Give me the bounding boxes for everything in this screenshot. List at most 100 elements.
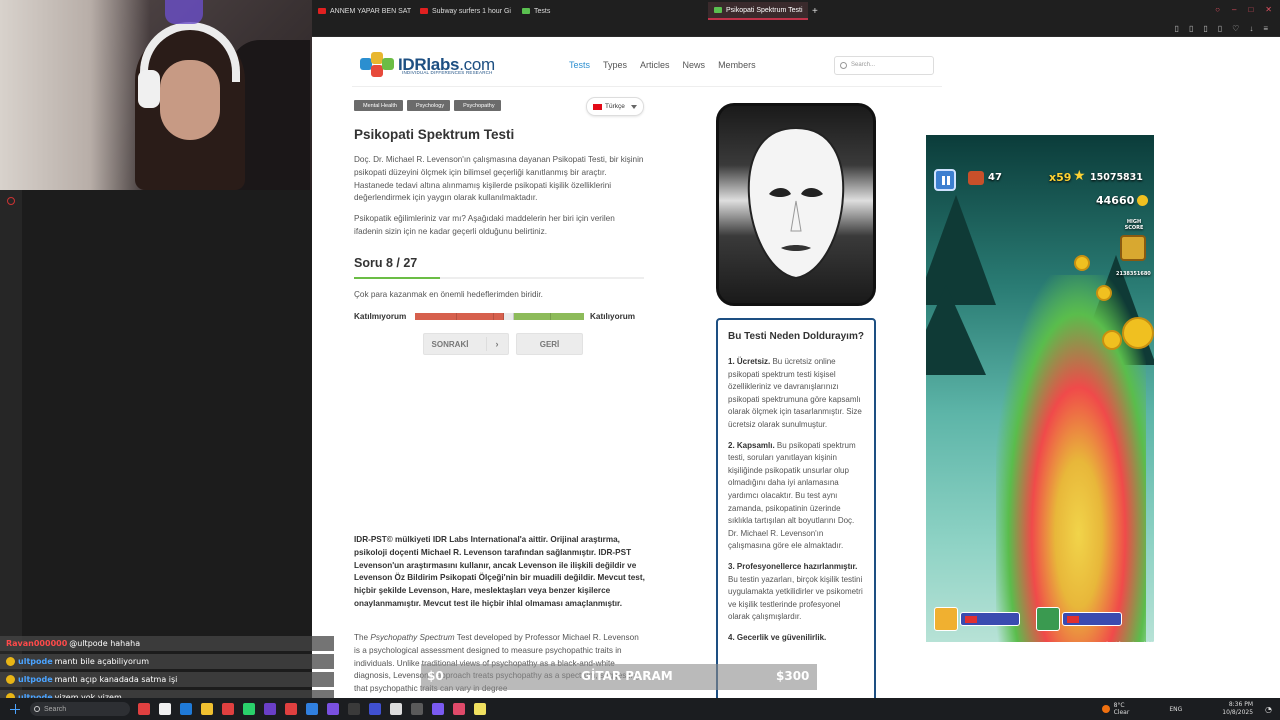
scale-option-5[interactable] xyxy=(514,313,551,320)
taskbar-search[interactable]: Search xyxy=(30,702,130,716)
notification-icon[interactable]: ◔ xyxy=(1265,705,1272,714)
powerup-1 xyxy=(934,606,1020,632)
tab-2[interactable]: Subway surfers 1 hour Gi xyxy=(414,2,514,20)
pin-icon[interactable]: ▯ xyxy=(1189,24,1193,33)
coin-icon xyxy=(1096,285,1112,301)
high-score-value: 2138351680 xyxy=(1116,271,1151,277)
app-icon[interactable] xyxy=(327,703,339,715)
menu-icon[interactable]: ≡ xyxy=(1263,24,1268,33)
search-input[interactable]: Search... xyxy=(834,56,934,75)
new-tab-button[interactable]: + xyxy=(812,6,818,17)
weather-icon xyxy=(1101,705,1110,713)
powerup-2 xyxy=(1036,606,1122,632)
app-icon[interactable] xyxy=(432,703,444,715)
why-item-2: 2. Kapsamlı. Bu psikopati spektrum testi… xyxy=(728,440,856,551)
maximize-icon[interactable]: □ xyxy=(1248,5,1253,14)
coin-icon xyxy=(1074,255,1090,271)
app-icon[interactable] xyxy=(264,703,276,715)
extension-icon[interactable]: ▯ xyxy=(1175,24,1179,33)
app-icon[interactable] xyxy=(138,703,150,715)
breadcrumb: Mental Health Psychology Psychopathy xyxy=(354,100,501,111)
chevron-down-icon xyxy=(630,104,637,109)
nav-members[interactable]: Members xyxy=(718,60,756,70)
app-icon[interactable] xyxy=(285,703,297,715)
app-icon[interactable] xyxy=(369,703,381,715)
close-icon[interactable]: ✕ xyxy=(1265,5,1272,14)
game-score: 15075831 xyxy=(1090,172,1143,183)
bookmark-icon[interactable]: ▯ xyxy=(1203,24,1207,33)
coin-icon xyxy=(1122,317,1154,349)
why-take-test-box: Bu Testi Neden Doldurayım? 1. Ücretsiz. … xyxy=(716,318,876,698)
address-bar: ▯ ▯ ▯ ▯ ♡ ↓ ≡ xyxy=(312,22,1280,37)
language-selector[interactable]: Türkçe xyxy=(586,97,644,116)
scale-option-2[interactable] xyxy=(457,313,494,320)
crumb-psychopathy[interactable]: Psychopathy xyxy=(454,100,501,111)
scale-option-3[interactable] xyxy=(494,313,504,320)
app-icon[interactable] xyxy=(180,703,192,715)
downloads-icon[interactable]: ↓ xyxy=(1249,24,1253,33)
sneakers-icon xyxy=(1036,607,1060,631)
crumb-psychology[interactable]: Psychology xyxy=(406,100,451,111)
scale-label-agree: Katılıyorum xyxy=(590,312,636,321)
app-icon[interactable] xyxy=(201,703,213,715)
windows-start-icon[interactable] xyxy=(10,704,20,714)
pause-icon xyxy=(934,169,956,191)
app-icon[interactable] xyxy=(453,703,465,715)
back-button[interactable]: GERİ xyxy=(516,333,583,355)
nav-types[interactable]: Types xyxy=(603,60,627,70)
youtube-icon xyxy=(318,8,326,14)
favorite-icon[interactable]: ♡ xyxy=(1232,24,1239,33)
app-icon[interactable] xyxy=(243,703,255,715)
tab-1[interactable]: ANNEM YAPAR BEN SAT xyxy=(312,2,412,20)
mask-icon xyxy=(747,126,845,280)
nav-articles[interactable]: Articles xyxy=(640,60,670,70)
star-icon: ★ xyxy=(1073,167,1086,183)
weather-widget[interactable]: 8°C Clear xyxy=(1101,702,1129,716)
score-multiplier: x59 xyxy=(1049,171,1072,184)
screenshot-icon[interactable]: ▯ xyxy=(1218,24,1222,33)
app-icon[interactable] xyxy=(159,703,171,715)
scale-option-6[interactable] xyxy=(551,313,584,320)
mask-illustration xyxy=(716,103,876,306)
webcam-feed xyxy=(0,0,312,190)
search-icon xyxy=(840,62,847,69)
system-tray: 8°C Clear ENG 8:36 PM 10/8/2025 ◔ xyxy=(1101,698,1280,720)
youtube-icon xyxy=(420,8,428,14)
minimize-icon[interactable]: – xyxy=(1232,5,1236,14)
app-icon[interactable] xyxy=(306,703,318,715)
window-controls: ○ – □ ✕ xyxy=(1215,5,1272,14)
app-icon[interactable] xyxy=(474,703,486,715)
donation-goal-overlay: $0 GİTAR PARAM $300 xyxy=(421,664,817,690)
browser-tab-bar: ANNEM YAPAR BEN SAT Subway surfers 1 hou… xyxy=(312,0,1280,22)
scale-option-1[interactable] xyxy=(415,313,457,320)
tab-4-active[interactable]: Psikopati Spektrum Testi xyxy=(708,2,808,20)
question-counter: Soru 8 / 27 xyxy=(354,256,418,270)
badge-icon xyxy=(6,675,15,684)
site-nav: Tests Types Articles News Members xyxy=(569,60,756,70)
agreement-scale xyxy=(415,313,584,320)
nav-news[interactable]: News xyxy=(683,60,706,70)
app-icon[interactable] xyxy=(390,703,402,715)
page-title: Psikopati Spektrum Testi xyxy=(354,127,515,142)
turkey-flag-icon xyxy=(593,103,602,110)
app-icon[interactable] xyxy=(348,703,360,715)
intro-paragraph-2: Psikopatik eğilimleriniz var mı? Aşağıda… xyxy=(354,214,615,236)
subway-surfers-video: 47 x59 ★ 15075831 44660 HIGH SCORE 21383… xyxy=(926,135,1154,642)
keys-count: 47 xyxy=(988,172,1002,183)
tab-3[interactable]: Tests xyxy=(516,2,616,20)
nav-tests[interactable]: Tests xyxy=(569,60,590,70)
scale-option-4-selected[interactable] xyxy=(504,313,514,320)
language-indicator[interactable]: ENG xyxy=(1169,706,1182,713)
app-icon[interactable] xyxy=(411,703,423,715)
search-icon[interactable]: ○ xyxy=(1215,5,1220,14)
taskbar-apps xyxy=(138,703,486,715)
next-button[interactable]: SONRAKİ › xyxy=(423,333,509,355)
high-score-icon xyxy=(1120,235,1146,261)
idrlabs-icon xyxy=(522,8,530,14)
why-item-4: 4. Gecerlik ve güvenilirlik. xyxy=(728,632,827,642)
question-text: Çok para kazanmak en önemli hedeflerimde… xyxy=(354,290,543,299)
app-icon[interactable] xyxy=(222,703,234,715)
crumb-mental-health[interactable]: Mental Health xyxy=(354,100,403,111)
coin-count: 44660 xyxy=(1096,194,1135,207)
clock[interactable]: 8:36 PM 10/8/2025 xyxy=(1222,701,1253,717)
